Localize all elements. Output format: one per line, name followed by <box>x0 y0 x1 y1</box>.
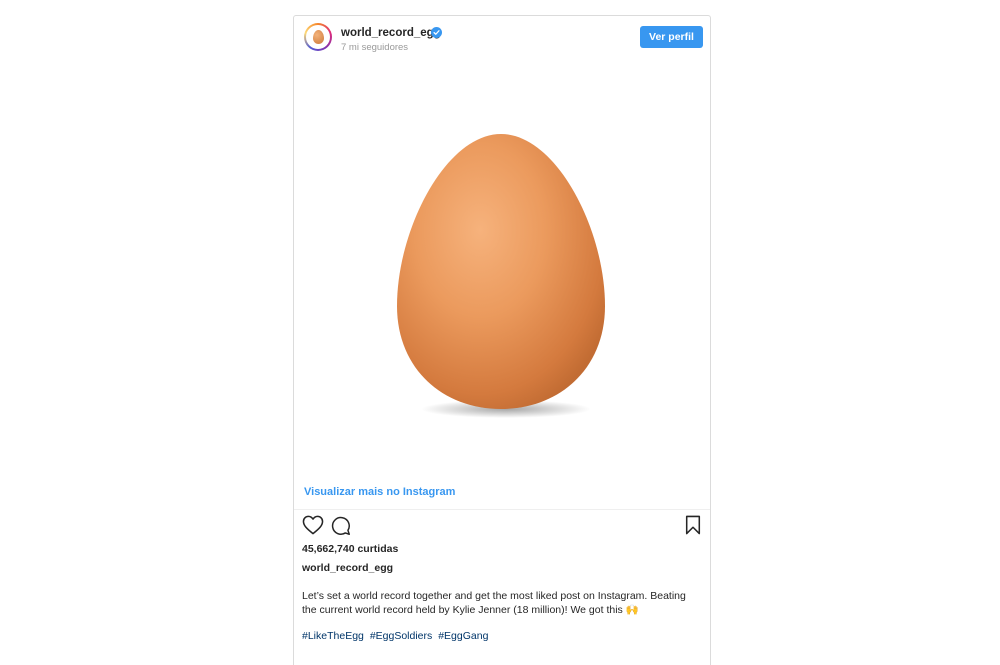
comment-icon[interactable] <box>330 515 351 541</box>
view-more-link[interactable]: Visualizar mais no Instagram <box>304 486 455 498</box>
divider <box>294 509 710 510</box>
post-image[interactable] <box>294 64 710 482</box>
avatar[interactable] <box>304 23 332 51</box>
egg <box>397 134 605 409</box>
egg-avatar-image <box>312 30 324 44</box>
verified-badge-icon <box>431 27 442 38</box>
bookmark-icon[interactable] <box>684 515 702 540</box>
avatar-inner <box>306 25 330 49</box>
username[interactable]: world_record_egg <box>341 27 441 39</box>
caption-line: Let’s set a world record together and ge… <box>302 590 686 602</box>
hashtag-list: #LikeTheEgg #EggSoldiers #EggGang <box>302 630 491 642</box>
instagram-embed-card: world_record_egg 7 mi seguidores Ver per… <box>293 15 711 665</box>
caption-author[interactable]: world_record_egg <box>302 562 393 574</box>
view-profile-button[interactable]: Ver perfil <box>640 26 703 48</box>
post-header: world_record_egg 7 mi seguidores Ver per… <box>294 16 710 64</box>
caption-line: the current world record held by Kylie J… <box>302 604 639 616</box>
like-count: 45,662,740 curtidas <box>302 543 399 555</box>
heart-icon[interactable] <box>302 515 324 540</box>
post-caption: Let’s set a world record together and ge… <box>302 589 707 617</box>
hashtag-link[interactable]: #EggGang <box>438 630 488 642</box>
hashtag-link[interactable]: #EggSoldiers <box>370 630 432 642</box>
follower-count: 7 mi seguidores <box>341 42 409 53</box>
hashtag-link[interactable]: #LikeTheEgg <box>302 630 364 642</box>
